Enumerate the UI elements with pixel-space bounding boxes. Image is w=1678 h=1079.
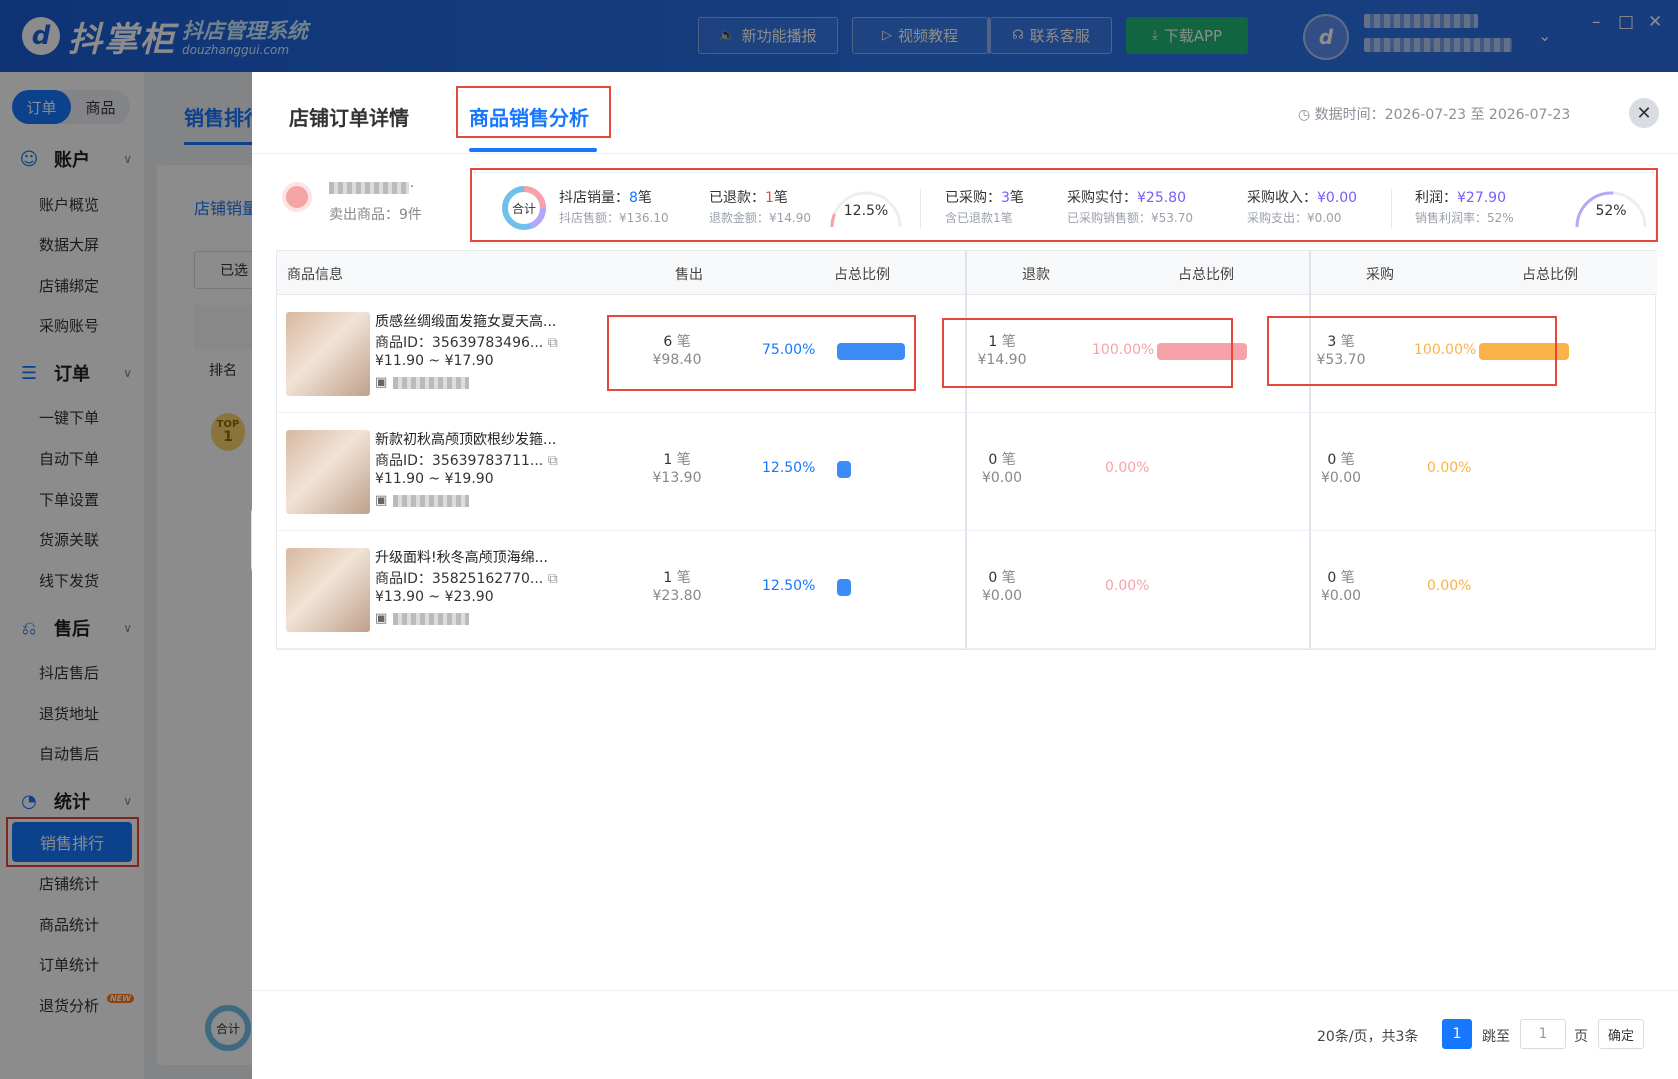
product-shop: ▣	[375, 611, 470, 626]
shop-name-blurred	[393, 376, 470, 389]
product-thumbnail[interactable]	[286, 430, 370, 514]
product-id: 商品ID：35825162770... ⧉	[375, 571, 558, 587]
product-sales-table: 商品信息 售出 占总比例 退款 占总比例 采购 占总比例 质感丝绸缎面发箍女夏天…	[276, 250, 1657, 650]
col-purchase-ratio: 占总比例	[1522, 267, 1578, 283]
jump-confirm-button[interactable]: 确定	[1598, 1019, 1644, 1049]
sold-amount: ¥13.90	[652, 470, 702, 486]
sold-ratio-bar	[837, 461, 851, 478]
jump-page-input[interactable]: 1	[1520, 1019, 1566, 1049]
clock-icon: ◷	[1298, 107, 1315, 123]
drawer-close-button[interactable]: ✕	[1629, 98, 1659, 128]
product-id: 商品ID：35639783496... ⧉	[375, 335, 558, 351]
shop-name-suffix: .	[410, 176, 415, 191]
sold-ratio: 12.50%	[762, 460, 816, 476]
shop-name-blurred	[393, 494, 470, 507]
highlight-box	[456, 86, 611, 138]
purchase-amount: ¥0.00	[1320, 588, 1362, 604]
copy-icon[interactable]: ⧉	[548, 453, 558, 469]
shop-icon: ▣	[375, 375, 388, 390]
purchase-amount: ¥0.00	[1320, 470, 1362, 486]
highlight-box	[470, 168, 1658, 242]
refund-count: 0 笔	[988, 452, 1016, 468]
shop-avatar	[282, 182, 312, 212]
product-price-range: ¥11.90 ~ ¥17.90	[375, 353, 494, 369]
sold-products-count: 卖出商品：9件	[329, 207, 422, 223]
data-time-range: ◷ 数据时间：2026-07-23 至 2026-07-23	[1298, 107, 1571, 123]
table-row[interactable]: 质感丝绸缎面发箍女夏天高... 商品ID：35639783496... ⧉ ¥11.…	[277, 295, 1657, 413]
drawer-tabs: 店铺订单详情 商品销售分析 ◷ 数据时间：2026-07-23 至 2026-0…	[252, 72, 1678, 154]
page-unit: 页	[1574, 1029, 1588, 1045]
refund-amount: ¥0.00	[981, 470, 1023, 486]
product-name[interactable]: 质感丝绸缎面发箍女夏天高...	[375, 311, 556, 331]
refund-ratio: 0.00%	[1105, 578, 1150, 594]
page-1-button[interactable]: 1	[1442, 1019, 1472, 1049]
purchase-ratio: 0.00%	[1427, 578, 1472, 594]
col-purchase: 采购	[1366, 267, 1394, 283]
sold-ratio-bar	[837, 579, 851, 596]
shop-icon: ▣	[375, 493, 388, 508]
highlight-box	[1267, 316, 1557, 386]
sold-count: 1 笔	[663, 452, 691, 468]
sold-amount: ¥23.80	[652, 588, 702, 604]
shop-name-blurred	[329, 182, 409, 194]
col-sold-ratio: 占总比例	[834, 267, 890, 283]
product-shop: ▣	[375, 493, 470, 508]
product-name[interactable]: 升级面料!秋冬高颅顶海绵...	[375, 547, 548, 567]
highlight-box	[942, 318, 1233, 388]
product-price-range: ¥11.90 ~ ¥19.90	[375, 471, 494, 487]
shop-icon: ▣	[375, 611, 388, 626]
highlight-box	[607, 315, 916, 391]
shop-name-blurred	[393, 612, 470, 625]
table-header: 商品信息 售出 占总比例 退款 占总比例 采购 占总比例	[277, 251, 1657, 295]
copy-icon[interactable]: ⧉	[548, 335, 558, 351]
refund-count: 0 笔	[988, 570, 1016, 586]
sales-analysis-drawer: 店铺订单详情 商品销售分析 ◷ 数据时间：2026-07-23 至 2026-0…	[252, 72, 1678, 1079]
col-refund: 退款	[1022, 267, 1050, 283]
col-product-info: 商品信息	[287, 267, 343, 283]
pagination: 20条/页，共3条 1 跳至 1 页 确定	[252, 990, 1678, 1079]
sold-ratio: 12.50%	[762, 578, 816, 594]
product-thumbnail[interactable]	[286, 548, 370, 632]
product-name[interactable]: 新款初秋高颅顶欧根纱发箍...	[375, 429, 556, 449]
col-refund-ratio: 占总比例	[1178, 267, 1234, 283]
col-sold: 售出	[675, 267, 703, 283]
purchase-count: 0 笔	[1327, 452, 1355, 468]
purchase-count: 0 笔	[1327, 570, 1355, 586]
product-id: 商品ID：35639783711... ⧉	[375, 453, 558, 469]
sold-count: 1 笔	[663, 570, 691, 586]
copy-icon[interactable]: ⧉	[548, 571, 558, 587]
table-row[interactable]: 升级面料!秋冬高颅顶海绵... 商品ID：35825162770... ⧉ ¥13.…	[277, 531, 1657, 649]
page-summary: 20条/页，共3条	[1317, 1029, 1419, 1045]
product-shop: ▣	[375, 375, 470, 390]
product-thumbnail[interactable]	[286, 312, 370, 396]
product-price-range: ¥13.90 ~ ¥23.90	[375, 589, 494, 605]
refund-amount: ¥0.00	[981, 588, 1023, 604]
table-row[interactable]: 新款初秋高颅顶欧根纱发箍... 商品ID：35639783711... ⧉ ¥11.…	[277, 413, 1657, 531]
refund-ratio: 0.00%	[1105, 460, 1150, 476]
purchase-ratio: 0.00%	[1427, 460, 1472, 476]
jump-label: 跳至	[1482, 1029, 1510, 1045]
tab-shop-order-details[interactable]: 店铺订单详情	[289, 102, 409, 131]
